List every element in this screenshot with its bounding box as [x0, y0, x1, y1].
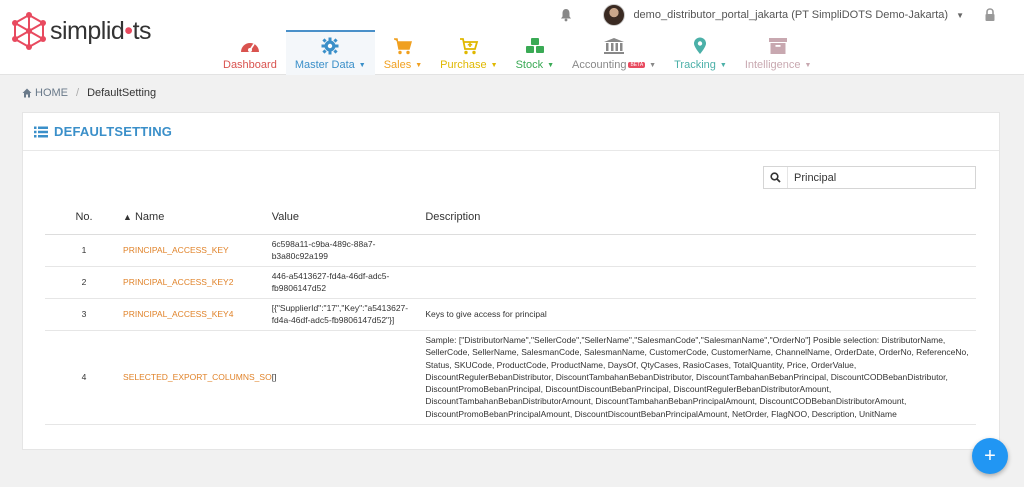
speedometer-icon — [238, 36, 262, 56]
chevron-down-icon: ▼ — [415, 61, 423, 69]
row-name-link[interactable]: PRINCIPAL_ACCESS_KEY — [123, 234, 272, 267]
table-row[interactable]: 3 PRINCIPAL_ACCESS_KEY4 [{"SupplierId":"… — [45, 298, 976, 331]
nav-purchase[interactable]: Purchase ▼ — [431, 30, 506, 75]
row-no: 2 — [45, 266, 124, 299]
table-row[interactable]: 2 PRINCIPAL_ACCESS_KEY2 446-a5413627-fd4… — [45, 266, 976, 299]
breadcrumb-separator: / — [76, 87, 80, 99]
cart-icon — [391, 36, 415, 56]
row-no: 3 — [45, 298, 124, 331]
nav-intelligence[interactable]: Intelligence ▼ — [736, 30, 821, 75]
top-header: simplid•ts demo_distributor_portal_jakar… — [0, 0, 1024, 75]
nav-label-text: Intelligence — [744, 59, 801, 71]
user-name[interactable]: demo_distributor_portal_jakarta (PT Simp… — [633, 9, 948, 21]
row-description: Keys to give access for principal — [425, 298, 976, 331]
row-name-link[interactable]: PRINCIPAL_ACCESS_KEY4 — [123, 298, 272, 331]
nav-label-text: Master Data — [294, 59, 355, 71]
row-value: 6c598a11-c9ba-489c-88a7-b3a80c92a199 — [271, 234, 426, 267]
chevron-down-icon: ▼ — [358, 61, 366, 69]
nav-sales[interactable]: Sales ▼ — [375, 30, 431, 75]
chevron-down-icon: ▼ — [719, 61, 727, 69]
row-name-link[interactable]: SELECTED_EXPORT_COLUMNS_SO — [123, 330, 272, 425]
nav-label-text: Tracking — [674, 59, 716, 71]
column-header-name[interactable]: ▲ Name — [123, 201, 272, 235]
brand-name-dot: • — [124, 16, 133, 45]
search-input[interactable] — [788, 171, 968, 184]
nav-label: Intelligence ▼ — [745, 59, 812, 71]
logo-mark-icon — [12, 12, 46, 50]
map-marker-icon — [688, 36, 712, 56]
nav-label: Stock ▼ — [516, 59, 554, 71]
row-description — [425, 266, 976, 299]
user-area: demo_distributor_portal_jakarta (PT Simp… — [559, 4, 996, 26]
main-nav: Dashboard Master Data ▼ Sales ▼ Purchase ▼ … — [214, 30, 820, 75]
beta-badge: BETA — [628, 62, 646, 69]
avatar[interactable] — [603, 4, 626, 26]
add-button[interactable]: + — [972, 438, 1008, 474]
cubes-icon — [523, 36, 547, 56]
brand-name: simplid•ts — [50, 16, 152, 46]
brand-name-suffix: ts — [132, 16, 152, 45]
row-value: 446-a5413627-fd4a-46df-adc5-fb9806147d52 — [271, 266, 426, 299]
home-icon — [22, 88, 32, 98]
sort-up-icon: ▲ — [123, 212, 132, 223]
list-icon — [34, 126, 48, 137]
chevron-down-icon: ▼ — [547, 61, 555, 69]
search-box — [763, 166, 976, 189]
nav-label: Purchase ▼ — [440, 59, 497, 71]
chevron-down-icon: ▼ — [649, 61, 657, 69]
row-no: 1 — [45, 234, 124, 267]
chevron-down-icon: ▼ — [804, 61, 812, 69]
panel-header: DEFAULTSETTING — [23, 113, 999, 151]
settings-panel: DEFAULTSETTING No. ▲Name Value Descripti… — [22, 112, 1000, 450]
column-header-description: Description — [425, 201, 976, 235]
column-header-name-label: Name — [134, 211, 165, 224]
nav-label: Sales ▼ — [384, 59, 422, 71]
nav-label: Master Data ▼ — [295, 59, 366, 71]
nav-master-data[interactable]: Master Data ▼ — [285, 30, 375, 75]
row-description — [425, 234, 976, 267]
nav-label: Accounting BETA ▼ — [572, 59, 656, 71]
row-name-link[interactable]: PRINCIPAL_ACCESS_KEY2 — [123, 266, 272, 299]
breadcrumb-current: DefaultSetting — [87, 87, 157, 99]
brand-name-prefix: simplid — [50, 16, 125, 45]
nav-stock[interactable]: Stock ▼ — [507, 30, 563, 75]
nav-label-text: Sales — [383, 59, 412, 71]
nav-label-text: Purchase — [440, 59, 487, 71]
gear-icon — [318, 36, 342, 56]
row-no: 4 — [45, 330, 124, 425]
nav-dashboard[interactable]: Dashboard — [214, 30, 286, 75]
table-row[interactable]: 1 PRINCIPAL_ACCESS_KEY 6c598a11-c9ba-489… — [45, 234, 976, 267]
bank-icon — [602, 36, 626, 56]
table-header-row: No. ▲ Name Value Description — [45, 201, 976, 235]
chevron-down-icon: ▼ — [490, 61, 498, 69]
cart-plus-icon — [457, 36, 481, 56]
chevron-down-icon[interactable]: ▼ — [956, 11, 964, 20]
table-row[interactable]: 4 SELECTED_EXPORT_COLUMNS_SO [] Sample: … — [45, 330, 976, 425]
lock-icon[interactable] — [984, 8, 996, 22]
column-header-no: No. — [45, 201, 124, 235]
row-value: [] — [271, 330, 426, 425]
search-icon[interactable] — [764, 167, 788, 188]
page-title: DEFAULTSETTING — [54, 124, 173, 139]
archive-icon — [766, 36, 790, 56]
bell-icon[interactable] — [559, 8, 573, 22]
settings-table: No. ▲ Name Value Description 1 PRINCIPAL_… — [45, 201, 976, 425]
brand-logo[interactable]: simplid•ts — [10, 12, 152, 50]
column-header-value: Value — [271, 201, 426, 235]
breadcrumb: HOME / DefaultSetting — [22, 84, 156, 102]
nav-label-text: Accounting — [572, 59, 627, 71]
row-description: Sample: ["DistributorName","SellerCode",… — [425, 330, 976, 425]
nav-tracking[interactable]: Tracking ▼ — [665, 30, 736, 75]
nav-label-text: Stock — [515, 59, 544, 71]
row-value: [{"SupplierId":"17","Key":"a5413627-fd4a… — [271, 298, 426, 331]
breadcrumb-home[interactable]: HOME — [35, 87, 68, 99]
nav-accounting[interactable]: Accounting BETA ▼ — [563, 30, 665, 75]
nav-label: Dashboard — [223, 59, 277, 71]
nav-label: Tracking ▼ — [674, 59, 727, 71]
